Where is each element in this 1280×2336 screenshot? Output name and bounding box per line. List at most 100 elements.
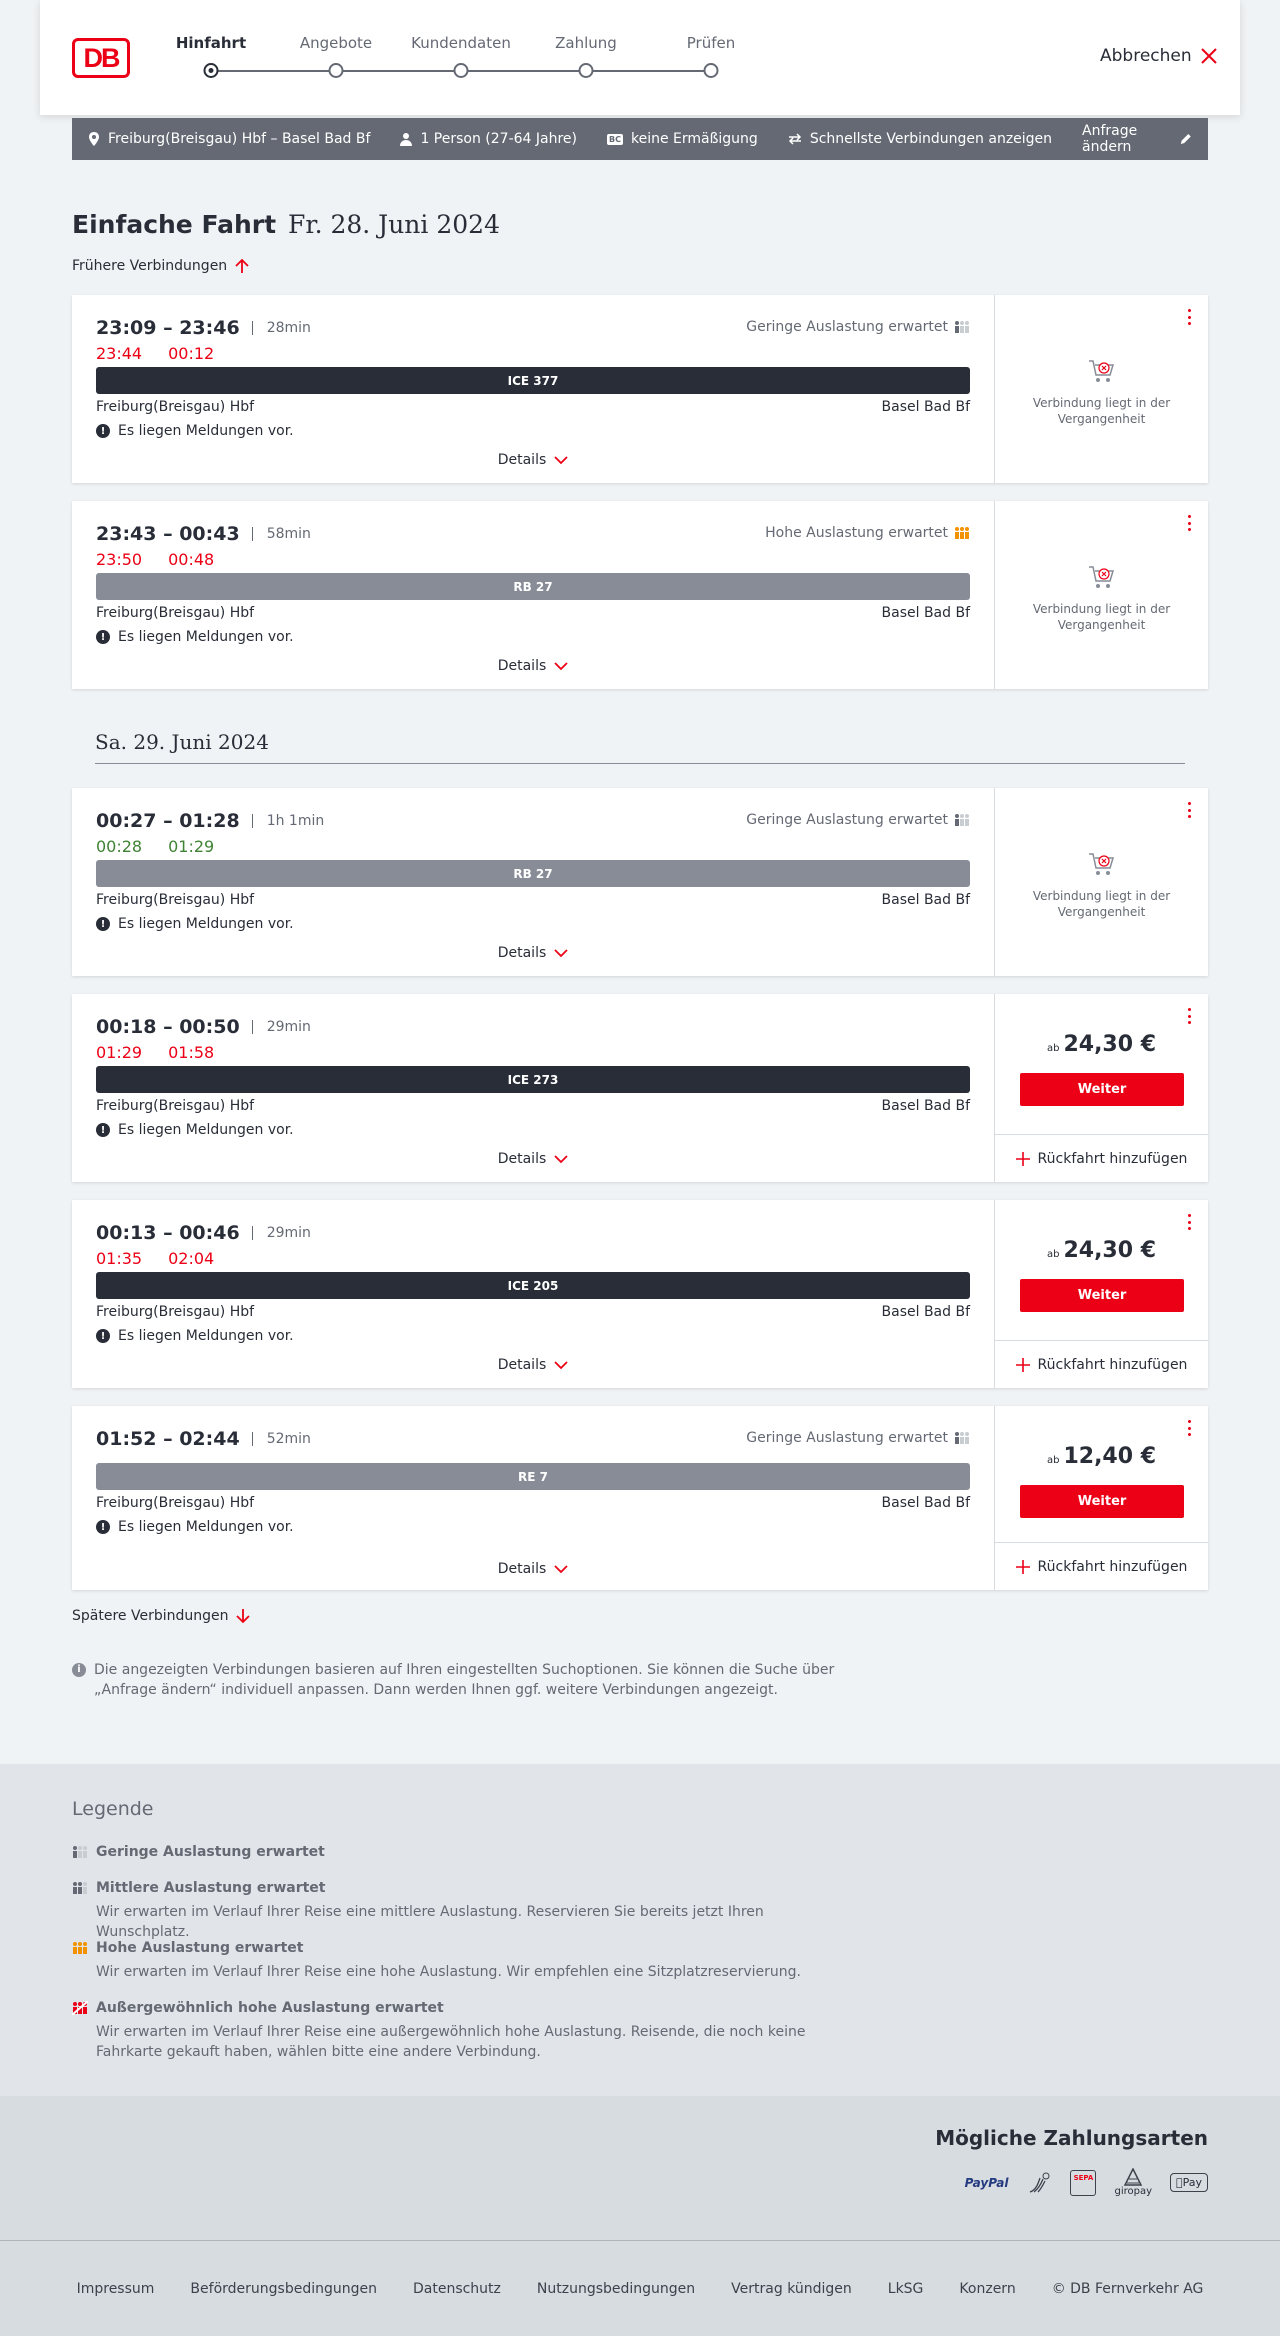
connection-card: 23:43 – 00:43 58min 23:50 00:48 Hohe Auslast…	[72, 501, 1208, 689]
details-label: Details	[497, 1561, 547, 1577]
payment-icons: PayPal SEPA giropay Pay	[965, 2168, 1208, 2197]
connection-info: 23:09 – 23:46 28min 23:44 00:12 Geringe Ausl…	[72, 295, 994, 483]
planned-times: 00:13 – 00:46	[96, 1222, 240, 1244]
train-bar[interactable]: ICE 273	[96, 1066, 970, 1093]
step-dot-kundendaten	[453, 63, 469, 78]
details-toggle[interactable]: Details	[72, 1151, 994, 1167]
legend-item-high: Hohe Auslastung erwartet Wir erwarten im…	[72, 1940, 842, 1982]
offer-panel: ab 24,30 € Weiter Rückfahrt hinzufügen	[994, 994, 1208, 1182]
notice-text: Es liegen Meldungen vor.	[118, 629, 294, 645]
details-toggle[interactable]: Details	[72, 1357, 994, 1373]
connection-info: 23:43 – 00:43 58min 23:50 00:48 Hohe Auslast…	[72, 501, 994, 689]
details-toggle[interactable]: Details	[72, 945, 994, 961]
train-bar[interactable]: RB 27	[96, 860, 970, 887]
connection-card: 00:27 – 01:28 1h 1min 00:28 01:29 Geringe Au…	[72, 788, 1208, 976]
add-return-trip-label: Rückfahrt hinzufügen	[1037, 1356, 1188, 1373]
occupancy-text: Hohe Auslastung erwartet	[765, 525, 948, 541]
planned-times: 23:43 – 00:43	[96, 523, 240, 545]
apple-pay-icon: Pay	[1170, 2173, 1208, 2192]
footer-link-impressum[interactable]: Impressum	[77, 2281, 155, 2297]
discount-text: keine Ermäßigung	[630, 131, 758, 147]
more-options-icon[interactable]	[1188, 1214, 1192, 1230]
details-toggle[interactable]: Details	[72, 1561, 994, 1577]
continue-button[interactable]: Weiter	[1020, 1485, 1184, 1518]
occupancy-indicator: Geringe Auslastung erwartet	[746, 319, 970, 335]
departure-station: Freiburg(Breisgau) Hbf	[96, 1098, 255, 1114]
step-dot-angebote	[328, 63, 344, 78]
chevron-down-icon	[554, 1564, 568, 1573]
db-logo[interactable]: DB	[72, 38, 130, 78]
step-angebote: Angebote	[299, 34, 373, 52]
step-kundendaten: Kundendaten	[411, 34, 511, 52]
duration: 29min	[251, 1020, 311, 1034]
connection-info: 01:52 – 02:44 52min Geringe Auslastung erw…	[72, 1406, 994, 1590]
add-return-trip-button[interactable]: Rückfahrt hinzufügen	[995, 1542, 1208, 1590]
notice-text: Es liegen Meldungen vor.	[118, 423, 294, 439]
connection-times: 01:52 – 02:44 52min	[96, 1428, 311, 1450]
very-high-occupancy-icon	[72, 2001, 88, 2015]
train-bar[interactable]: ICE 205	[96, 1272, 970, 1299]
offer-panel: Verbindung liegt in der Vergangenheit	[994, 501, 1208, 689]
notice-text: Es liegen Meldungen vor.	[118, 1328, 294, 1344]
plus-icon	[1015, 1151, 1030, 1166]
more-options-icon[interactable]	[1188, 1008, 1192, 1024]
details-toggle[interactable]: Details	[72, 658, 994, 674]
step-pruefen: Prüfen	[686, 34, 736, 52]
departure-station: Freiburg(Breisgau) Hbf	[96, 605, 255, 621]
earlier-connections-link[interactable]: Frühere Verbindungen	[72, 258, 249, 274]
add-return-trip-button[interactable]: Rückfahrt hinzufügen	[995, 1340, 1208, 1388]
footer-link-datenschutz[interactable]: Datenschutz	[413, 2281, 501, 2297]
alert-icon: !	[96, 424, 110, 438]
details-toggle[interactable]: Details	[72, 452, 994, 468]
details-label: Details	[497, 1357, 547, 1373]
realtime-times: 23:44 00:12	[96, 344, 214, 363]
person-icon	[400, 133, 413, 146]
realtime-departure: 00:28	[96, 837, 143, 856]
realtime-departure: 01:35	[96, 1249, 143, 1268]
duration: 58min	[251, 527, 311, 541]
continue-button[interactable]: Weiter	[1020, 1073, 1184, 1106]
connection-times: 00:18 – 00:50 29min	[96, 1016, 311, 1038]
add-return-trip-button[interactable]: Rückfahrt hinzufügen	[995, 1134, 1208, 1182]
cancel-button[interactable]: Abbrechen	[1100, 46, 1240, 66]
notice: ! Es liegen Meldungen vor.	[96, 423, 294, 439]
location-pin-icon	[89, 132, 99, 146]
step-dot-hinfahrt	[203, 63, 219, 78]
duration: 1h 1min	[251, 814, 324, 828]
giropay-label: giropay	[1114, 2186, 1152, 2197]
connection-times: 00:27 – 01:28 1h 1min	[96, 810, 324, 832]
step-hinfahrt: Hinfahrt	[175, 34, 247, 52]
arrival-station: Basel Bad Bf	[881, 892, 970, 908]
more-options-icon[interactable]	[1188, 1420, 1192, 1436]
day-separator: Sa. 29. Juni 2024	[95, 730, 1185, 764]
details-label: Details	[497, 945, 547, 961]
change-request-button[interactable]: Anfrage ändern	[1082, 123, 1192, 155]
footer-link-lksg[interactable]: LkSG	[888, 2281, 924, 2297]
price-prefix: ab	[1046, 1249, 1060, 1260]
more-options-icon[interactable]	[1188, 515, 1192, 531]
earlier-connections-label: Frühere Verbindungen	[72, 258, 228, 274]
alert-icon: !	[96, 630, 110, 644]
train-bar[interactable]: ICE 377	[96, 367, 970, 394]
add-return-trip-label: Rückfahrt hinzufügen	[1037, 1558, 1188, 1575]
pencil-icon	[1181, 134, 1192, 144]
footer-link-nutzungsbedingungen[interactable]: Nutzungsbedingungen	[537, 2281, 695, 2297]
notice: ! Es liegen Meldungen vor.	[96, 1122, 294, 1138]
price-value: 24,30 €	[1063, 1032, 1157, 1057]
price-value: 24,30 €	[1063, 1238, 1157, 1263]
past-connection-text: Verbindung liegt in der Vergangenheit	[1032, 396, 1171, 426]
footer-link-konzern[interactable]: Konzern	[959, 2281, 1015, 2297]
later-connections-link[interactable]: Spätere Verbindungen	[72, 1608, 251, 1624]
train-bar[interactable]: RE 7	[96, 1463, 970, 1490]
footer-link-befoerderungsbedingungen[interactable]: Beförderungsbedingungen	[190, 2281, 377, 2297]
low-occupancy-icon	[955, 814, 969, 826]
footer-link-vertrag-kuendigen[interactable]: Vertrag kündigen	[731, 2281, 852, 2297]
occupancy-text: Geringe Auslastung erwartet	[746, 319, 948, 335]
continue-button[interactable]: Weiter	[1020, 1279, 1184, 1312]
more-options-icon[interactable]	[1188, 309, 1192, 325]
connection-card: 00:18 – 00:50 29min 01:29 01:58 ICE 273 Freib…	[72, 994, 1208, 1182]
more-options-icon[interactable]	[1188, 802, 1192, 818]
train-bar[interactable]: RB 27	[96, 573, 970, 600]
price: ab 24,30 €	[995, 1032, 1208, 1057]
details-label: Details	[497, 1151, 547, 1167]
